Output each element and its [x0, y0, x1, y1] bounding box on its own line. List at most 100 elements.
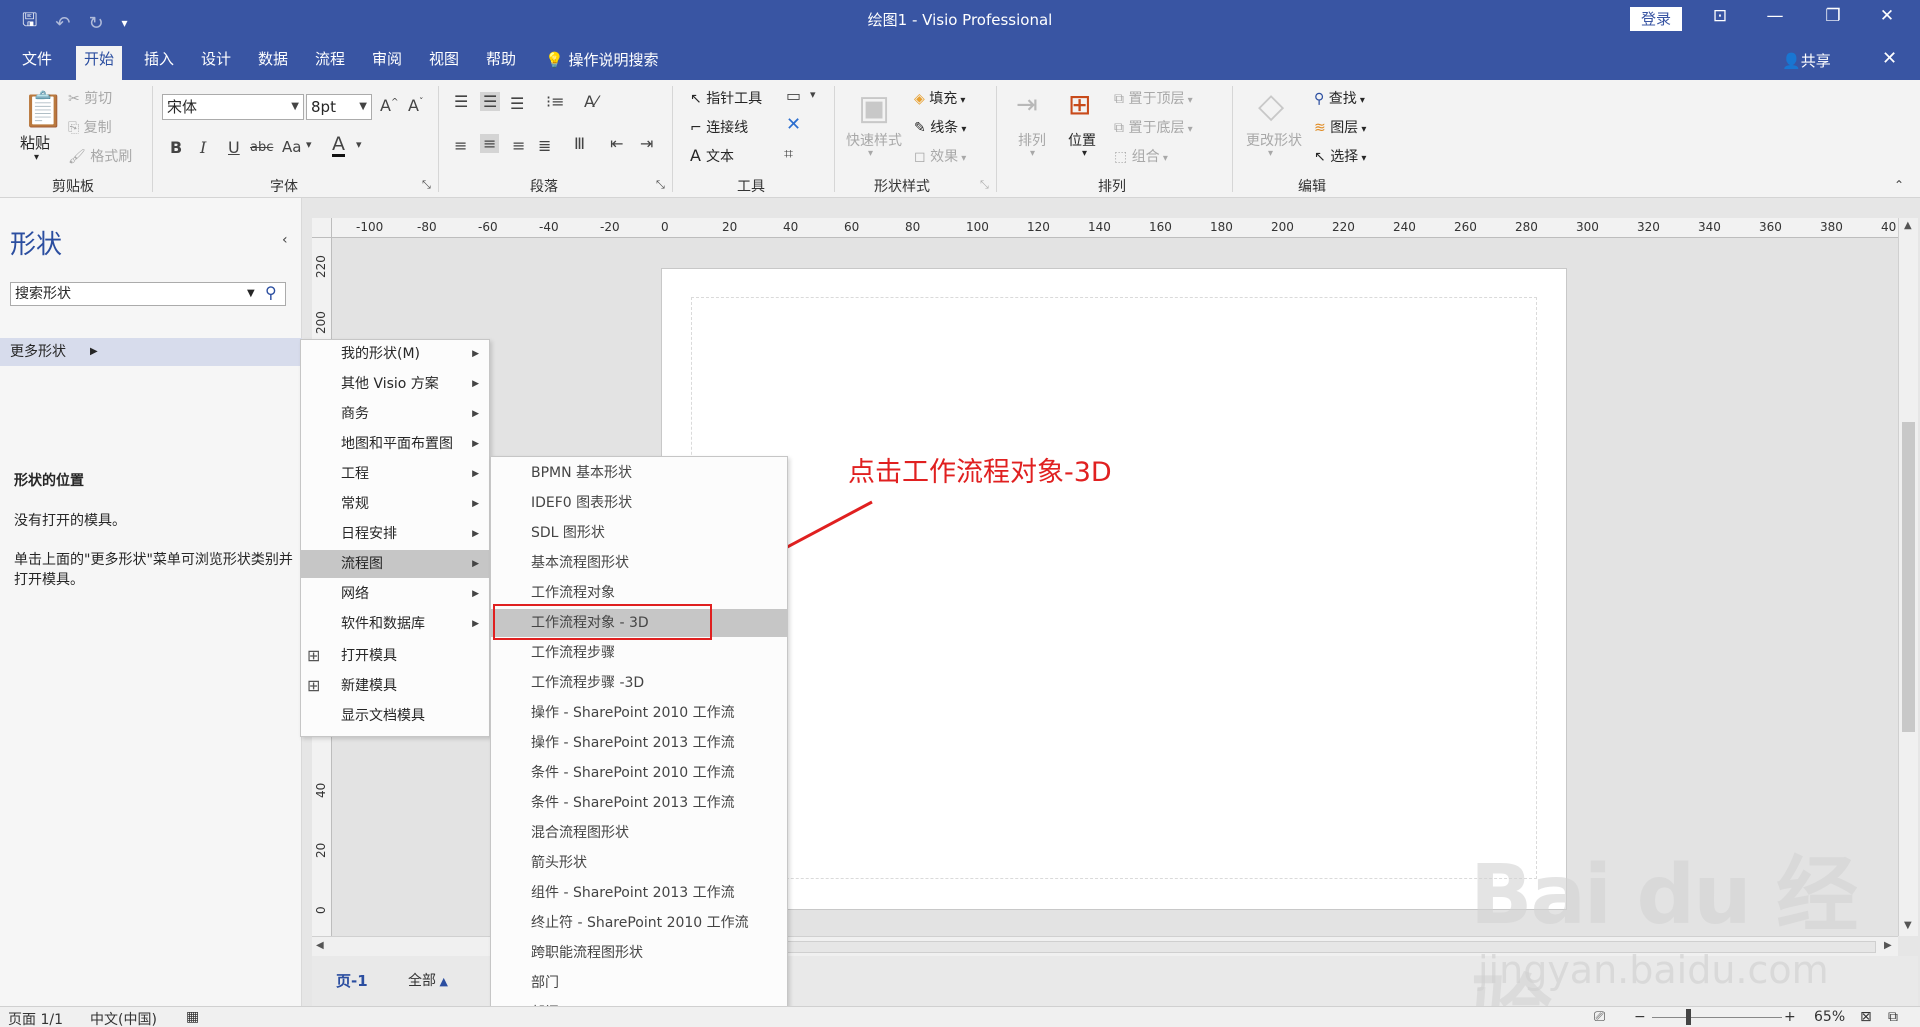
menu-item[interactable]: 显示文档模具	[301, 702, 489, 730]
ribbon-display-icon[interactable]: ⊡	[1705, 6, 1735, 26]
submenu-item[interactable]: 工作流程步骤	[491, 639, 787, 667]
menu-item[interactable]: 网络 ▶	[301, 580, 489, 608]
align-middle-icon[interactable]: ☰	[480, 92, 501, 111]
scroll-up-icon[interactable]: ▲	[1904, 220, 1912, 231]
tab-file[interactable]: 文件	[14, 46, 60, 80]
text-direction-icon[interactable]: Ⅲ	[574, 134, 585, 153]
italic-button[interactable]: I	[200, 138, 206, 157]
cut-button[interactable]: ✂ 剪切	[68, 88, 112, 108]
menu-item[interactable]: ⊞ 打开模具	[301, 642, 489, 670]
fit-page-icon[interactable]: ⊠	[1860, 1009, 1872, 1025]
quick-styles-icon[interactable]: ▣	[858, 88, 890, 128]
align-objects-icon[interactable]: ⇥	[1016, 90, 1038, 120]
submenu-item[interactable]: 工作流程步骤 -3D	[491, 669, 787, 697]
layers-button[interactable]: ≋ 图层 ▾	[1314, 117, 1366, 137]
paste-icon[interactable]: 📋	[22, 90, 64, 130]
switch-windows-icon[interactable]: ⧉	[1888, 1009, 1898, 1025]
collapse-ribbon-icon[interactable]: ⌃	[1894, 178, 1904, 192]
menu-item[interactable]: 工程 ▶	[301, 460, 489, 488]
submenu-item[interactable]: 条件 - SharePoint 2013 工作流	[491, 789, 787, 817]
dialog-launcher-icon[interactable]: ⤡	[422, 178, 431, 192]
group-button[interactable]: ⬚ 组合 ▾	[1114, 146, 1168, 166]
scroll-left-icon[interactable]: ◀	[316, 940, 324, 951]
minimize-icon[interactable]: —	[1760, 6, 1790, 26]
send-to-back-button[interactable]: ⧉ 置于底层 ▾	[1114, 117, 1193, 137]
search-shapes-input[interactable]: 搜索形状 ▼ ⚲	[10, 282, 286, 306]
bullets-icon[interactable]: ⁝≡	[546, 92, 565, 111]
menu-item[interactable]: 软件和数据库 ▶	[301, 610, 489, 638]
dialog-launcher-icon[interactable]: ⤡	[980, 178, 989, 192]
position-button[interactable]: 位置	[1068, 130, 1096, 150]
zoom-level[interactable]: 65%	[1814, 1009, 1845, 1025]
justify-icon[interactable]: ≣	[538, 136, 551, 155]
bring-to-front-button[interactable]: ⧉ 置于顶层 ▾	[1114, 88, 1193, 108]
tab-review[interactable]: 审阅	[364, 46, 410, 80]
submenu-item[interactable]: IDEF0 图表形状	[491, 489, 787, 517]
copy-button[interactable]: ⎘ 复制	[68, 117, 112, 137]
decrease-indent-icon[interactable]: ⇤	[610, 134, 623, 153]
submenu-item[interactable]: 基本流程图形状	[491, 549, 787, 577]
menu-item[interactable]: 流程图 ▶	[301, 550, 489, 578]
zoom-in-icon[interactable]: +	[1784, 1009, 1796, 1025]
tab-design[interactable]: 设计	[193, 46, 239, 80]
submenu-item[interactable]: SDL 图形状	[491, 519, 787, 547]
submenu-item[interactable]: 箭头形状	[491, 849, 787, 877]
chevron-down-icon[interactable]: ▾	[1082, 148, 1087, 159]
menu-item[interactable]: 我的形状(M) ▶	[301, 340, 489, 368]
search-icon[interactable]: ⚲	[265, 282, 277, 304]
pointer-tool-button[interactable]: ↖ 指针工具	[690, 88, 762, 108]
submenu-item[interactable]: 终止符 - SharePoint 2010 工作流	[491, 909, 787, 937]
close-icon[interactable]: ✕	[1872, 6, 1902, 26]
chevron-down-icon[interactable]: ▾	[306, 138, 312, 151]
zoom-slider-thumb[interactable]	[1686, 1009, 1691, 1025]
chevron-down-icon[interactable]: ▾	[868, 148, 873, 159]
menu-item[interactable]: 地图和平面布置图 ▶	[301, 430, 489, 458]
line-button[interactable]: ✎ 线条 ▾	[914, 117, 966, 137]
restore-icon[interactable]: ❐	[1818, 6, 1848, 26]
quick-styles-button[interactable]: 快速样式	[846, 130, 902, 150]
submenu-item[interactable]: 工作流程对象	[491, 579, 787, 607]
fill-button[interactable]: ◈ 填充 ▾	[914, 88, 965, 108]
page-tab[interactable]: 页-1	[336, 970, 368, 991]
connection-point-icon[interactable]: ✕	[786, 114, 801, 135]
align-left-icon[interactable]: ≡	[454, 136, 467, 155]
font-name-combo[interactable]: 宋体 ▼	[162, 94, 304, 120]
font-color-button[interactable]: A	[332, 134, 345, 157]
submenu-item[interactable]: BPMN 基本形状	[491, 459, 787, 487]
format-painter-button[interactable]: 🖌 格式刷	[68, 146, 132, 166]
chevron-down-icon[interactable]: ▾	[356, 138, 362, 151]
crop-tool-icon[interactable]: ⌗	[784, 144, 793, 164]
tab-help[interactable]: 帮助	[478, 46, 524, 80]
select-button[interactable]: ↖ 选择 ▾	[1314, 146, 1366, 166]
page-number-status[interactable]: 页面 1/1	[8, 1009, 63, 1027]
macro-record-icon[interactable]: ▦	[186, 1009, 199, 1025]
effects-button[interactable]: ◻ 效果 ▾	[914, 146, 966, 166]
tab-process[interactable]: 流程	[307, 46, 353, 80]
tell-me-search[interactable]: 💡 操作说明搜索	[545, 49, 658, 70]
align-center-icon[interactable]: ≡	[480, 134, 500, 153]
submenu-item[interactable]: 操作 - SharePoint 2013 工作流	[491, 729, 787, 757]
share-button[interactable]: 👤共享	[1782, 50, 1831, 71]
align-top-icon[interactable]: ☰	[454, 92, 468, 111]
presentation-mode-icon[interactable]: ⎚	[1594, 1009, 1605, 1025]
more-shapes-button[interactable]: 更多形状 ▶	[0, 338, 302, 366]
tab-view[interactable]: 视图	[421, 46, 467, 80]
align-bottom-icon[interactable]: ☰	[510, 94, 524, 113]
close-pane-icon[interactable]: ✕	[1882, 48, 1897, 69]
rotate-text-icon[interactable]: A⁄	[584, 92, 598, 111]
menu-item[interactable]: 其他 Visio 方案 ▶	[301, 370, 489, 398]
paste-button[interactable]: 粘贴	[20, 132, 50, 153]
collapse-pane-icon[interactable]: ‹	[282, 232, 288, 248]
connector-button[interactable]: ⌐ 连接线	[690, 117, 748, 137]
rectangle-icon[interactable]: ▭	[786, 86, 801, 105]
chevron-down-icon[interactable]: ▼	[247, 283, 255, 305]
align-button[interactable]: 排列	[1018, 130, 1046, 150]
change-shape-button[interactable]: 更改形状	[1246, 130, 1302, 150]
language-status[interactable]: 中文(中国)	[90, 1009, 157, 1027]
chevron-down-icon[interactable]: ▾	[1030, 148, 1035, 159]
submenu-item[interactable]: 操作 - SharePoint 2010 工作流	[491, 699, 787, 727]
bold-button[interactable]: B	[170, 138, 182, 157]
submenu-item[interactable]: 跨职能流程图形状	[491, 939, 787, 967]
font-size-combo[interactable]: 8pt ▼	[306, 94, 372, 120]
increase-indent-icon[interactable]: ⇥	[640, 134, 653, 153]
